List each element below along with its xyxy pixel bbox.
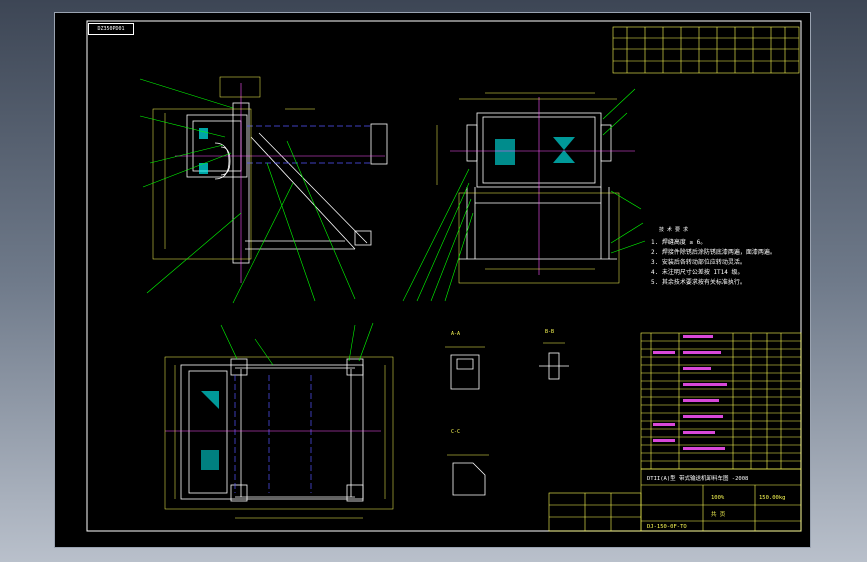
- sheet-border: [86, 20, 802, 532]
- section-label-a: A-A: [451, 331, 460, 337]
- note-3: 3. 安装后各转动部位应转动灵活。: [651, 259, 746, 266]
- plan-view: [164, 322, 394, 519]
- parts-list-text-marks: [653, 335, 727, 450]
- front-view: [402, 88, 646, 302]
- weight-text: 150.00kg: [759, 495, 786, 501]
- note-2: 2. 焊接件除锈后涂防锈底漆两遍，面漆两遍。: [651, 249, 776, 256]
- drawing-viewport[interactable]: DZ350PD01 技 术 要 求 A-A B-B C-C DTII(A)型 带…: [54, 12, 811, 548]
- note-1: 1. 焊缝高度 ≥ 6。: [651, 239, 707, 246]
- section-label-b: B-B: [545, 329, 554, 335]
- notes-block: 技 术 要 求: [659, 226, 688, 233]
- note-5: 5. 其余技术要求按有关标准执行。: [651, 279, 746, 286]
- title-block-main: DTII(A)型 带式输送机卸料车图 -2008: [647, 474, 748, 482]
- side-view: [139, 76, 388, 304]
- section-label-c: C-C: [451, 429, 460, 435]
- scale-text: 100%: [711, 495, 725, 501]
- section-details: [450, 352, 569, 496]
- note-4: 4. 未注明尺寸公差按 IT14 级。: [651, 269, 744, 276]
- sheet-label: 共 页: [711, 510, 726, 518]
- drawing-number: DJ-150-0F-TO: [647, 524, 687, 530]
- revision-table: [612, 26, 800, 74]
- notes-title: 技 术 要 求: [659, 226, 688, 233]
